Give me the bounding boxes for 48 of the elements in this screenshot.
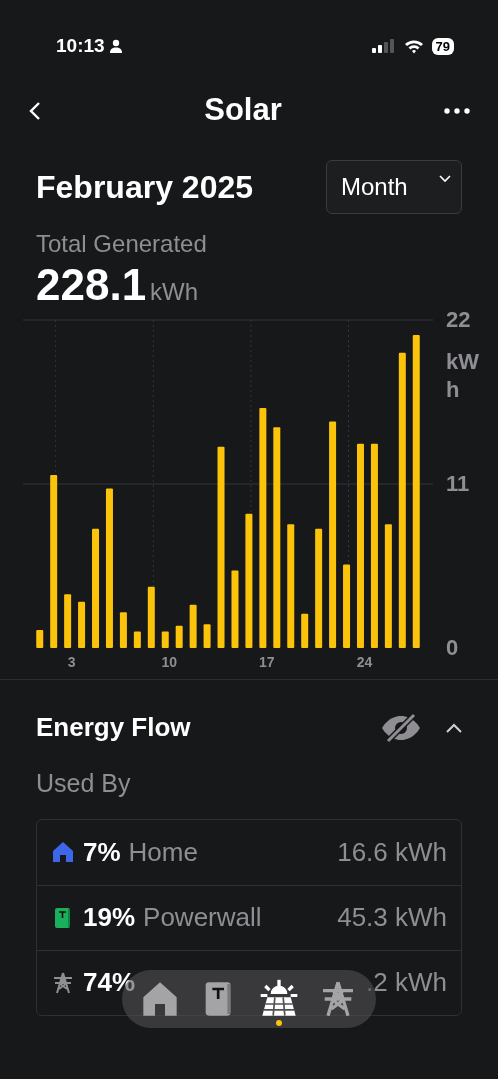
x-axis-label: 3 <box>67 654 76 670</box>
person-icon <box>108 39 123 53</box>
selected-dot <box>275 1020 282 1026</box>
chevron-up-icon <box>446 723 462 734</box>
chart-bar <box>119 612 127 648</box>
y-axis-unit: kWh <box>446 348 480 404</box>
eye-slash-icon <box>380 712 422 743</box>
solar-panel-icon <box>258 979 299 1019</box>
x-axis-label: 10 <box>161 654 178 670</box>
unit-label: kWh <box>150 277 199 307</box>
battery-level: 79 <box>431 37 454 55</box>
hide-button[interactable] <box>380 712 422 743</box>
total-label: Total Generated <box>35 229 208 259</box>
chart-bar <box>64 594 72 648</box>
y-axis-label: 11 <box>446 470 471 498</box>
chart-bar <box>189 604 197 648</box>
signal-icon <box>371 39 396 53</box>
x-axis-label: 24 <box>356 654 373 670</box>
chart-bar <box>147 586 155 648</box>
chart-bar <box>203 624 211 648</box>
section-subtitle: Used By <box>36 768 132 799</box>
wifi-icon <box>403 38 424 54</box>
page-title: Solar <box>204 90 282 129</box>
section-title: Energy Flow <box>36 711 191 744</box>
percent-text: 19% <box>83 901 136 934</box>
consumer-name: Powerwall <box>143 901 262 934</box>
chart-bar <box>133 631 141 648</box>
y-axis-label: 22 <box>446 306 472 334</box>
percent-text: 7% <box>83 835 121 869</box>
chart-bar <box>78 601 86 648</box>
chart-bar <box>175 625 183 648</box>
chart-bar <box>161 631 169 648</box>
dropdown-caret-icon <box>439 175 451 183</box>
chart-bar <box>36 630 44 648</box>
energy-value: 16.6 kWh <box>337 835 447 869</box>
x-axis-label: 17 <box>259 654 275 670</box>
total-value: 228.1 <box>36 262 147 308</box>
energy-value: .2 kWh <box>366 966 447 999</box>
consumer-name: Home <box>128 835 198 869</box>
back-chevron-icon <box>28 99 42 122</box>
y-axis-label: 0 <box>446 634 460 662</box>
period-title: February 2025 <box>36 168 253 207</box>
range-dropdown[interactable]: Month <box>326 160 462 214</box>
chart-bar <box>301 613 309 648</box>
energy-value: 45.3 kWh <box>337 901 447 934</box>
more-icon <box>444 107 470 114</box>
percent-text: 74% <box>83 966 136 999</box>
clock-time: 10:13 <box>56 33 105 58</box>
